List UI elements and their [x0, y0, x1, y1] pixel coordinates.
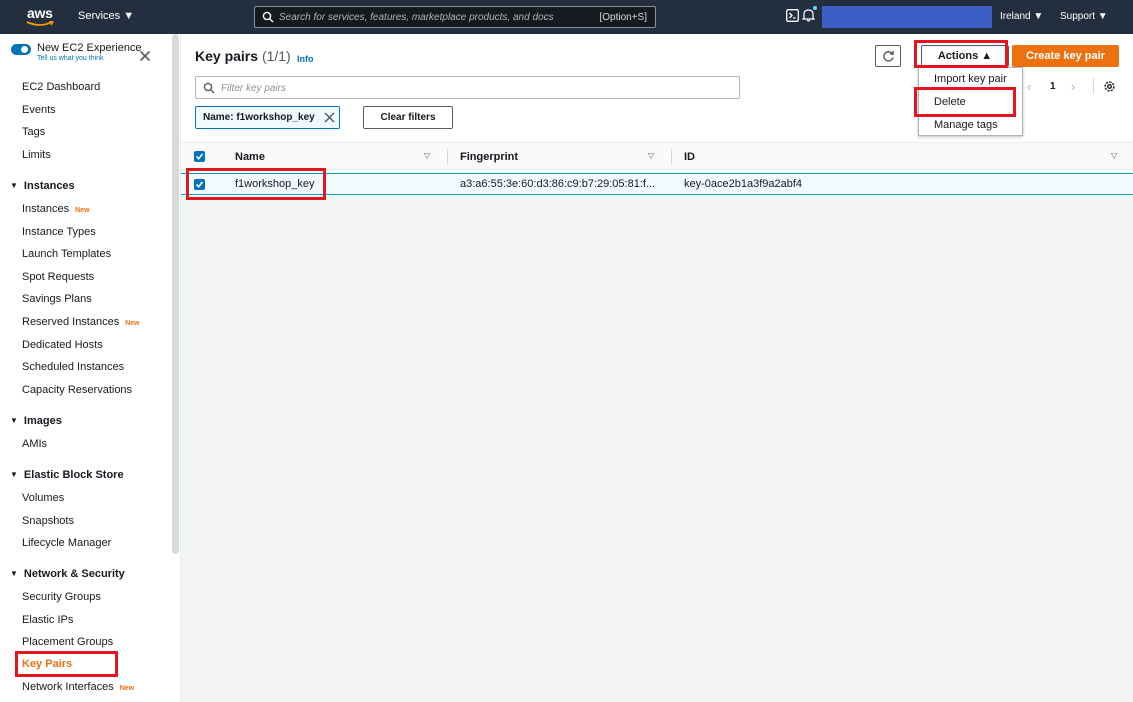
sidebar-item-label: Reserved Instances — [22, 316, 120, 328]
refresh-button[interactable] — [875, 45, 901, 67]
sidebar-scrollbar[interactable] — [172, 34, 179, 554]
feedback-link[interactable]: Tell us what you think — [37, 55, 104, 62]
sidebar-item-lifecycle-manager[interactable]: Lifecycle Manager — [22, 537, 111, 549]
sidebar-item-ec2-dashboard[interactable]: EC2 Dashboard — [22, 81, 100, 93]
services-menu[interactable]: Services ▼ — [78, 10, 134, 22]
expand-triangle-icon: ▼ — [10, 181, 18, 190]
next-page-icon[interactable]: › — [1071, 79, 1075, 94]
table-header: Name ▽ Fingerprint ▽ ID ▽ — [181, 142, 1133, 170]
sidebar-item-dedicated-hosts[interactable]: Dedicated Hosts — [22, 339, 103, 351]
checkmark-icon — [195, 153, 204, 160]
support-menu[interactable]: Support ▼ — [1060, 11, 1108, 22]
menu-item-manage-tags[interactable]: Manage tags — [934, 119, 998, 131]
sidebar-item-tags[interactable]: Tags — [22, 126, 45, 138]
column-divider[interactable] — [447, 149, 448, 165]
new-experience-toggle[interactable] — [11, 44, 31, 55]
cell-id: key-0ace2b1a3f9a2abf4 — [684, 178, 803, 190]
account-menu[interactable] — [822, 6, 992, 28]
cell-fingerprint: a3:a6:55:3e:60:d3:86:c9:b7:29:05:81:f... — [460, 178, 656, 190]
search-icon — [203, 82, 215, 94]
expand-triangle-icon: ▼ — [10, 569, 18, 578]
sidebar-item-instance-types[interactable]: Instance Types — [22, 226, 96, 238]
sidebar-item-placement-groups[interactable]: Placement Groups — [22, 636, 113, 648]
sidebar-item-scheduled-instances[interactable]: Scheduled Instances — [22, 361, 124, 373]
page-number-button[interactable]: 1 — [1050, 81, 1056, 92]
sidebar-item-capacity-reservations[interactable]: Capacity Reservations — [22, 384, 132, 396]
sidebar-item-volumes[interactable]: Volumes — [22, 492, 64, 504]
sidebar-item-security-groups[interactable]: Security Groups — [22, 591, 101, 603]
sidebar-item-spot-requests[interactable]: Spot Requests — [22, 271, 94, 283]
new-badge: New — [119, 685, 135, 692]
search-placeholder: Search for services, features, marketpla… — [279, 12, 554, 23]
sidebar-item-network-interfaces[interactable]: Network Interfaces New — [22, 681, 134, 693]
refresh-icon — [883, 50, 894, 62]
selection-count: (1/1) — [261, 48, 291, 64]
sidebar-item-instances[interactable]: Instances New — [22, 203, 90, 215]
sidebar-item-label: Network Interfaces — [22, 681, 114, 693]
sidebar-item-snapshots[interactable]: Snapshots — [22, 515, 74, 527]
sidebar-item-amis[interactable]: AMIs — [22, 438, 47, 450]
info-link[interactable]: Info — [297, 54, 314, 64]
section-label: Images — [23, 415, 62, 427]
sidebar-item-limits[interactable]: Limits — [22, 149, 51, 161]
sidebar-section-network-security[interactable]: ▼ Network & Security — [10, 568, 125, 580]
sidebar-section-elastic-block-store[interactable]: ▼ Elastic Block Store — [10, 469, 124, 481]
column-header-fingerprint[interactable]: Fingerprint — [460, 151, 518, 163]
sidebar-item-launch-templates[interactable]: Launch Templates — [22, 248, 111, 260]
gear-icon[interactable] — [1103, 80, 1116, 93]
highlight-actions — [914, 40, 1008, 68]
highlight-delete — [914, 87, 1016, 117]
expand-triangle-icon: ▼ — [10, 416, 18, 425]
notifications-bell-icon[interactable] — [802, 8, 815, 22]
aws-smile-icon — [26, 21, 54, 26]
section-label: Network & Security — [23, 568, 125, 580]
previous-page-icon[interactable]: ‹ — [1027, 79, 1031, 94]
sidebar-item-elastic-ips[interactable]: Elastic IPs — [22, 614, 73, 626]
sort-icon[interactable]: ▽ — [424, 151, 430, 160]
column-header-name[interactable]: Name — [235, 151, 265, 163]
remove-filter-icon[interactable] — [324, 112, 335, 123]
main-content: Key pairs (1/1) Info Actions ▲ Create ke… — [181, 34, 1133, 702]
search-shortcut-hint: [Option+S] — [599, 12, 647, 23]
notification-dot — [813, 6, 817, 10]
section-label: Instances — [23, 180, 75, 192]
create-key-pair-button[interactable]: Create key pair — [1012, 45, 1119, 67]
page-title: Key pairs (1/1) — [195, 48, 291, 64]
top-navigation-bar: aws Services ▼ Search for services, feat… — [0, 0, 1133, 34]
filter-key-pairs-input[interactable]: Filter key pairs — [195, 76, 740, 99]
column-header-id[interactable]: ID — [684, 151, 695, 163]
section-label: Elastic Block Store — [23, 469, 124, 481]
sidebar-item-savings-plans[interactable]: Savings Plans — [22, 293, 92, 305]
column-divider[interactable] — [671, 149, 672, 165]
cloudshell-icon[interactable] — [786, 9, 799, 22]
select-all-checkbox[interactable] — [194, 151, 205, 162]
clear-filters-button[interactable]: Clear filters — [363, 106, 453, 129]
sidebar-item-events[interactable]: Events — [22, 104, 56, 116]
sidebar-section-instances[interactable]: ▼ Instances — [10, 180, 75, 192]
aws-logo-text: aws — [27, 5, 53, 21]
sidebar-item-reserved-instances[interactable]: Reserved Instances New — [22, 316, 140, 328]
region-selector[interactable]: Ireland ▼ — [1000, 11, 1043, 22]
highlight-key-pairs-nav — [15, 651, 118, 677]
sort-icon[interactable]: ▽ — [648, 151, 654, 160]
new-experience-title: New EC2 Experience — [37, 42, 142, 54]
new-badge: New — [75, 207, 90, 214]
sidebar-item-label: Instances — [22, 203, 70, 215]
filter-placeholder: Filter key pairs — [221, 83, 287, 94]
search-icon — [262, 11, 274, 23]
menu-item-import-key-pair[interactable]: Import key pair — [934, 73, 1007, 85]
sidebar-section-images[interactable]: ▼ Images — [10, 415, 62, 427]
sort-icon[interactable]: ▽ — [1111, 151, 1117, 160]
page-title-text: Key pairs — [195, 48, 259, 64]
new-badge: New — [125, 320, 140, 327]
sidebar-navigation: New EC2 Experience Tell us what you thin… — [0, 34, 172, 702]
highlight-key-row — [186, 168, 326, 200]
global-search-input[interactable]: Search for services, features, marketpla… — [254, 6, 656, 28]
expand-triangle-icon: ▼ — [10, 470, 18, 479]
filter-token: Name: f1workshop_key — [195, 106, 340, 129]
filter-token-label: Name: f1workshop_key — [203, 112, 315, 123]
close-icon[interactable] — [139, 50, 151, 62]
aws-logo[interactable]: aws — [24, 3, 58, 29]
pager-divider — [1093, 78, 1094, 94]
